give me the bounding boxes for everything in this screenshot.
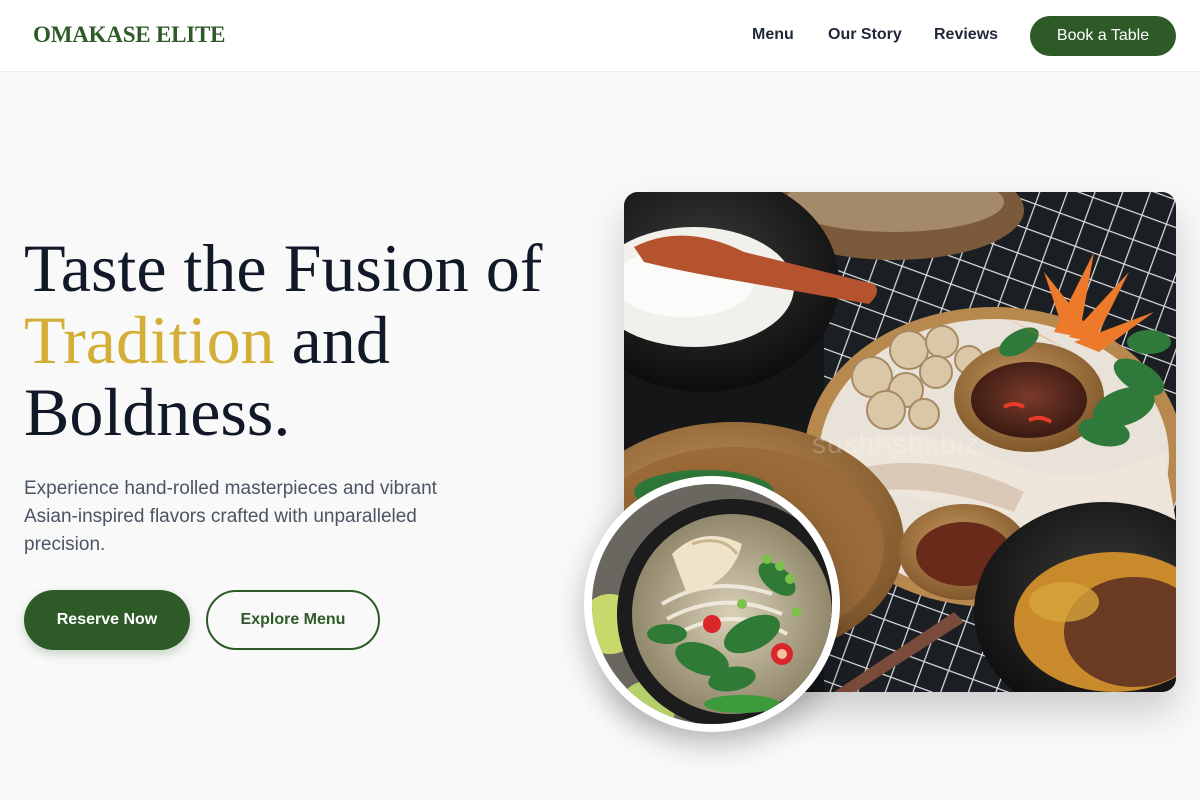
nav-link-reviews[interactable]: Reviews bbox=[934, 26, 998, 44]
nav-link-our-story[interactable]: Our Story bbox=[828, 26, 902, 44]
site-header: OMAKASE ELITE Menu Our Story Reviews Boo… bbox=[0, 0, 1200, 72]
reserve-now-button[interactable]: Reserve Now bbox=[24, 590, 190, 650]
image-watermark: sushi-shi.biz bbox=[812, 428, 980, 459]
book-table-button[interactable]: Book a Table bbox=[1030, 16, 1176, 56]
explore-menu-button[interactable]: Explore Menu bbox=[206, 590, 380, 650]
headline-and: and bbox=[291, 302, 390, 378]
headline-accent-word: Tradition bbox=[24, 302, 275, 378]
brand-logo[interactable]: OMAKASE ELITE bbox=[33, 22, 226, 48]
hero-subtext: Experience hand-rolled masterpieces and … bbox=[24, 478, 437, 555]
headline-line-1: Taste the Fusion of bbox=[24, 230, 543, 306]
pho-bowl-image bbox=[592, 484, 832, 724]
nav-link-menu[interactable]: Menu bbox=[752, 26, 794, 44]
hero-headline: Taste the Fusion of Tradition and Boldness… bbox=[24, 232, 604, 448]
headline-line-3: Boldness. bbox=[24, 374, 291, 450]
hero-circle-image bbox=[584, 476, 840, 732]
